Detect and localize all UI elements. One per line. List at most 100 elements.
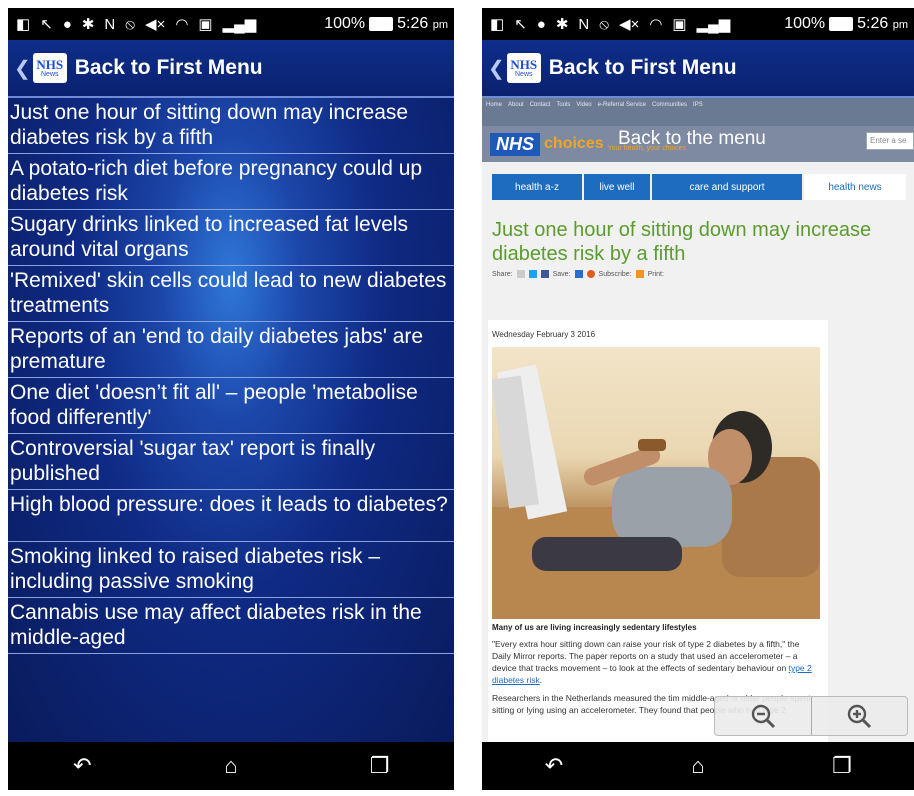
wifi-icon: ◠ [175,16,189,33]
back-to-first-menu-link[interactable]: Back to First Menu [549,56,737,80]
battery-icon [369,17,394,31]
zoom-in-button[interactable] [810,697,908,735]
tab-care-and-support[interactable]: care and support [652,174,802,200]
back-nav-icon[interactable]: ↶ [524,753,584,779]
share-bar: Share: Save: Subscribe: Print: [492,270,914,278]
news-item[interactable]: Just one hour of sitting down may increa… [8,98,454,154]
app-bar[interactable]: ❮ NHS News Back to First Menu [482,40,914,98]
article-date: Wednesday February 3 2016 [492,330,596,339]
clock: 5:26 pm [857,15,908,33]
bluetooth-icon: ✱ [555,16,569,33]
choices-logo[interactable]: choices [544,135,604,153]
mute-icon: ◀× [145,16,166,33]
top-link[interactable]: Tools [556,102,570,122]
cast-icon: ▣ [198,16,213,33]
tab-health-news[interactable]: health news [804,174,906,200]
back-chevron-icon[interactable]: ❮ [488,56,505,81]
back-to-first-menu-link[interactable]: Back to First Menu [75,56,263,80]
site-tabs: health a-z live well care and support he… [492,174,914,200]
share-label: Share: [492,270,513,278]
news-list: Just one hour of sitting down may increa… [8,98,454,742]
photo-caption: Many of us are living increasingly seden… [492,623,697,632]
notification-icon: ◧ [16,16,31,33]
news-item[interactable]: 'Remixed' skin cells could lead to new d… [8,266,454,322]
wifi-icon: ◠ [649,16,663,33]
site-search-input[interactable]: Enter a se [866,132,914,150]
save-alt-icon[interactable] [586,270,595,278]
article-title: Just one hour of sitting down may increa… [492,219,872,265]
status-bar: ◧ ↖ ● ✱ Ν ⦸ ◀× ◠ ▣ ▂▄▆ 100% 5:26 pm [8,8,454,40]
rss-icon[interactable] [635,270,644,278]
home-nav-icon[interactable]: ⌂ [201,753,261,779]
home-nav-icon[interactable]: ⌂ [668,753,728,779]
missed-call-icon: ↖ [514,16,527,33]
recents-nav-icon[interactable]: ❐ [350,753,410,779]
logo-sub: News [41,70,59,78]
signal-icon: ▂▄▆ [696,16,731,33]
paragraph-text: "Every extra hour sitting down can raise… [492,639,800,673]
zoom-out-button[interactable] [715,697,811,735]
battery-percent: 100% [784,15,826,32]
missed-call-icon: ↖ [40,16,53,33]
top-link[interactable]: IPS [693,102,703,122]
logo-text: NHS [510,56,538,72]
phone-right: ◧ ↖ ● ✱ Ν ⦸ ◀× ◠ ▣ ▂▄▆ 100% 5:26 pm ❮ NH… [482,8,914,790]
top-link[interactable]: Communities [652,102,687,122]
news-item[interactable]: One diet 'doesn’t fit all' – people 'met… [8,378,454,434]
news-item[interactable]: Controversial 'sugar tax' report is fina… [8,434,454,490]
news-item[interactable]: Smoking linked to raised diabetes risk –… [8,542,454,598]
clock-ampm: pm [432,19,448,31]
back-nav-icon[interactable]: ↶ [52,753,112,779]
bluetooth-icon: ✱ [81,16,95,33]
nfc-icon: Ν [104,15,116,33]
save-label: Save: [552,270,571,278]
top-link[interactable]: Home [486,102,502,122]
top-link[interactable]: Contact [530,102,551,122]
man-on-sofa-illustration [492,364,820,619]
record-icon: ● [62,15,72,33]
tab-health-a-z[interactable]: health a-z [492,174,582,200]
tab-live-well[interactable]: live well [584,174,650,200]
back-to-menu-link[interactable]: Back to the menu [618,128,766,150]
facebook-share-icon[interactable] [540,270,549,278]
news-item[interactable]: A potato-rich diet before pregnancy coul… [8,154,454,210]
zoom-out-icon [751,704,775,729]
clock-time: 5:26 [857,15,889,32]
article-card: Wednesday February 3 2016 Many of us are… [488,320,828,742]
zoom-controls [714,696,908,736]
email-share-icon[interactable] [516,270,525,278]
print-label[interactable]: Print: [648,271,664,278]
news-item[interactable]: Sugary drinks linked to increased fat le… [8,210,454,266]
nhs-news-logo: NHS News [506,53,541,83]
news-item[interactable]: Cannabis use may affect diabetes risk in… [8,598,454,654]
recents-nav-icon[interactable]: ❐ [812,753,872,779]
signal-icon: ▂▄▆ [222,16,257,33]
article-paragraph: "Every extra hour sitting down can raise… [492,639,812,685]
status-bar: ◧ ↖ ● ✱ Ν ⦸ ◀× ◠ ▣ ▂▄▆ 100% 5:26 pm [482,8,914,40]
do-not-disturb-icon: ⦸ [599,15,610,33]
mute-icon: ◀× [619,16,640,33]
nav-bar: ↶ ⌂ ❐ [482,742,914,790]
logo-sub: News [515,70,533,78]
do-not-disturb-icon: ⦸ [125,15,136,33]
news-item[interactable]: High blood pressure: does it leads to di… [8,490,454,542]
news-item[interactable]: Reports of an 'end to daily diabetes jab… [8,322,454,378]
top-link[interactable]: e-Referral Service [598,102,646,122]
nhs-news-logo: NHS News [32,53,67,83]
back-chevron-icon[interactable]: ❮ [14,56,31,81]
top-link[interactable]: Video [576,102,591,122]
webview[interactable]: Home About Contact Tools Video e-Referra… [482,98,914,742]
subscribe-label: Subscribe: [598,270,632,278]
save-icon[interactable] [574,270,583,278]
nhs-brand-logo[interactable]: NHS [490,132,541,156]
top-link[interactable]: About [508,102,524,122]
battery-icon [829,17,854,31]
site-header: NHS choices Your health, your choices Ba… [482,126,914,162]
twitter-share-icon[interactable] [528,270,537,278]
clock: 5:26 pm [397,15,448,33]
record-icon: ● [536,15,546,33]
app-bar[interactable]: ❮ NHS News Back to First Menu [8,40,454,98]
nfc-icon: Ν [578,15,590,33]
cast-icon: ▣ [672,16,687,33]
site-top-links: Home About Contact Tools Video e-Referra… [482,98,914,126]
